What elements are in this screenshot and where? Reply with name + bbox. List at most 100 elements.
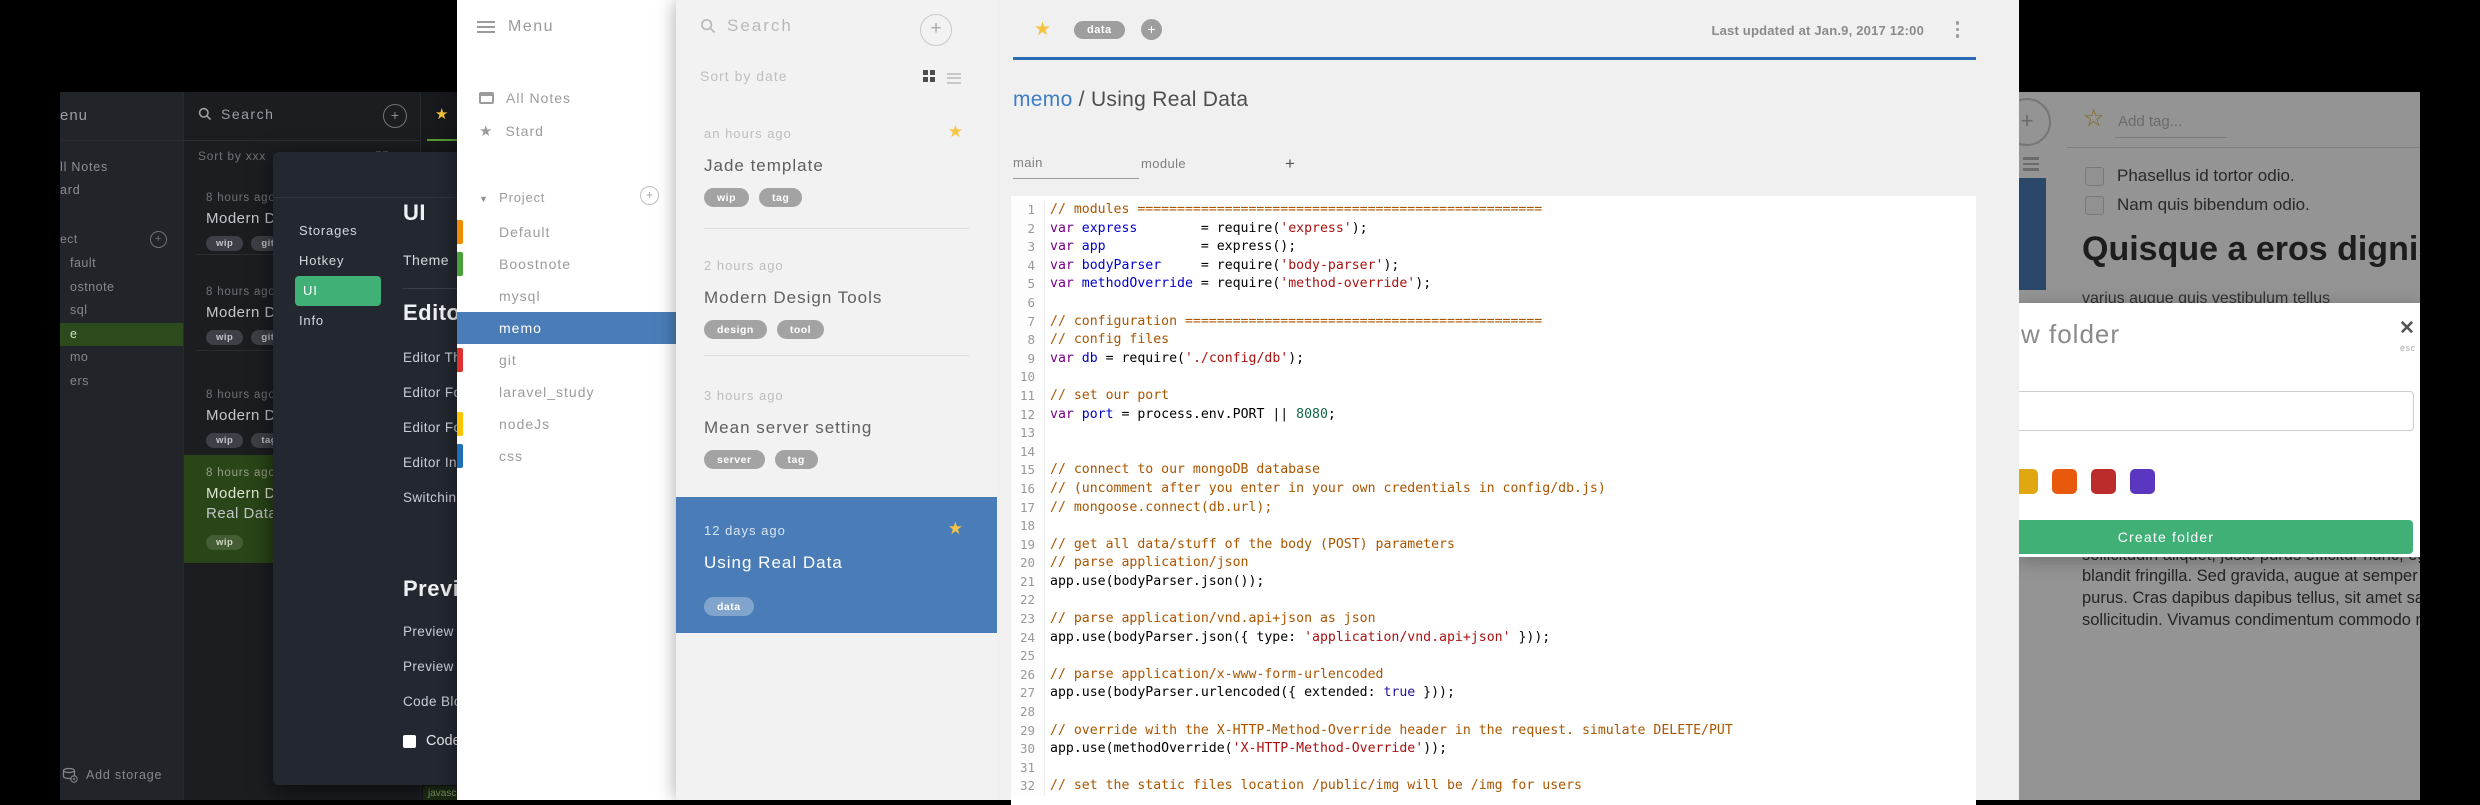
settings-option[interactable]: Editor Fo — [403, 410, 458, 445]
dark-sort-label[interactable]: Sort by xxx — [198, 149, 266, 163]
settings-option[interactable]: Preview F — [403, 614, 458, 649]
note-list-panel: Search + Sort by date an hours ago ★ Jad… — [676, 0, 997, 800]
dark-project-row[interactable]: ect + — [60, 228, 183, 251]
close-icon[interactable]: ✕ — [2399, 317, 2415, 340]
plus-icon[interactable]: + — [150, 231, 167, 248]
note-title: Jade template — [704, 156, 824, 175]
note-date: 8 hours ago — [206, 192, 276, 204]
color-swatch[interactable] — [2052, 469, 2077, 494]
sort-selector[interactable]: Sort by date — [700, 68, 788, 84]
dialog-title: w folder — [2021, 319, 2121, 349]
note-list-item[interactable]: 2 hours ago ★ Modern Design Tools design… — [676, 232, 997, 360]
tag-pill: server — [704, 450, 765, 469]
project-section-header[interactable]: ▼ Project — [479, 190, 545, 205]
folder-color-bar — [457, 444, 463, 468]
grid-view-icon[interactable] — [923, 70, 936, 83]
color-swatch[interactable] — [2091, 469, 2116, 494]
code-line: 19 // get all data/stuff of the body (PO… — [1011, 535, 1976, 555]
search-input[interactable]: Search — [700, 16, 793, 36]
line-number: 18 — [1011, 517, 1045, 536]
dark-folder-item[interactable]: ers — [60, 370, 183, 394]
sidebar: Menu All Notes ★ Stard ▼ Project + Defau… — [457, 0, 676, 800]
checkbox-icon[interactable] — [403, 734, 416, 748]
line-number: 6 — [1011, 293, 1045, 313]
new-note-button[interactable]: + — [383, 104, 407, 128]
note-date: 3 hours ago — [704, 388, 784, 403]
line-number: 3 — [1011, 238, 1045, 257]
code-line: 13 — [1011, 424, 1976, 443]
star-icon[interactable]: ★ — [435, 105, 448, 123]
note-date: an hours ago — [704, 126, 792, 141]
star-icon[interactable]: ★ — [948, 122, 963, 142]
settings-option[interactable]: Editor Th — [403, 340, 458, 375]
settings-option[interactable]: Preview F — [403, 649, 458, 684]
add-storage-button[interactable]: Add storage — [62, 764, 162, 786]
code-editor[interactable]: 1 // modules ===========================… — [1011, 196, 1976, 805]
dark-search-input[interactable]: Search — [198, 106, 274, 122]
settings-theme-label[interactable]: Theme — [403, 252, 449, 268]
color-swatch[interactable] — [2130, 469, 2155, 494]
folder-color-bar — [457, 220, 463, 244]
code-line: 27 app.use(bodyParser.urlencoded({ exten… — [1011, 684, 1976, 704]
sidebar-folder-item[interactable]: laravel_study — [457, 376, 676, 408]
settings-checkbox-row[interactable]: Code B — [403, 724, 458, 758]
settings-preview-items: Preview FPreview FCode Blo — [403, 614, 458, 719]
esc-hint: esc — [2400, 343, 2416, 353]
tab-module[interactable]: module — [1139, 149, 1271, 179]
kebab-menu-icon[interactable] — [1955, 21, 1959, 38]
breadcrumb-folder[interactable]: memo — [1013, 88, 1073, 111]
tag-pill: wip — [206, 535, 244, 550]
code-text: var port = process.env.PORT || 8080; — [1050, 406, 1336, 422]
dark-sidebar-link[interactable]: ard — [60, 179, 183, 202]
line-number: 27 — [1011, 684, 1045, 704]
sidebar-folder-item[interactable]: css — [457, 440, 676, 472]
dark-folder-item[interactable]: e — [60, 322, 183, 346]
sidebar-folder-item[interactable]: memo — [457, 312, 676, 344]
new-note-button[interactable]: + — [920, 14, 952, 46]
star-icon[interactable]: ★ — [948, 519, 963, 539]
sidebar-folder-item[interactable]: git — [457, 344, 676, 376]
note-list-item[interactable]: an hours ago ★ Jade template wip tag — [676, 100, 997, 228]
note-list-item[interactable]: 12 days ago ★ Using Real Data data — [676, 497, 997, 633]
settings-nav-item[interactable]: UI — [295, 276, 381, 306]
sidebar-folder-item[interactable]: Default — [457, 216, 676, 248]
create-folder-button[interactable]: Create folder — [2019, 520, 2413, 554]
hamburger-icon — [477, 18, 495, 36]
list-view-icon[interactable] — [947, 70, 961, 86]
folder-color-bar — [457, 252, 463, 276]
settings-option[interactable]: Editor Fo — [403, 375, 458, 410]
line-number: 16 — [1011, 479, 1045, 499]
sidebar-folder-item[interactable]: nodeJs — [457, 408, 676, 440]
create-folder-dialog: w folder ✕ esc Create folder — [2019, 303, 2420, 557]
add-tag-button[interactable]: + — [1141, 19, 1162, 40]
menu-button[interactable]: Menu — [477, 18, 554, 36]
dark-sidebar-link[interactable]: ll Notes — [60, 156, 183, 179]
settings-option[interactable]: Switching — [403, 480, 458, 515]
folder-name-input[interactable] — [2019, 391, 2414, 431]
settings-nav-item[interactable]: Storages — [295, 216, 381, 246]
dark-folder-item[interactable]: ostnote — [60, 276, 183, 300]
folder-label: Default — [499, 224, 551, 240]
add-folder-button[interactable]: + — [640, 186, 659, 205]
tab-main[interactable]: main — [1013, 148, 1139, 179]
dark-folder-item[interactable]: sql — [60, 299, 183, 323]
color-swatch[interactable] — [2019, 469, 2038, 494]
dark-folder-item[interactable]: fault — [60, 252, 183, 276]
code-text: // parse application/x-www-form-urlencod… — [1050, 666, 1384, 682]
sidebar-folder-item[interactable]: Boostnote — [457, 248, 676, 280]
snippet-tabs: main module + — [1013, 148, 1295, 179]
note-list-item[interactable]: 3 hours ago ★ Mean server setting server… — [676, 362, 997, 490]
note-tag-pill[interactable]: data — [1074, 21, 1125, 39]
settings-nav-item[interactable]: Info — [295, 306, 381, 336]
new-tab-button[interactable]: + — [1285, 154, 1295, 174]
dark-folder-item[interactable]: mo — [60, 346, 183, 370]
star-toggle[interactable]: ★ — [1034, 18, 1051, 41]
settings-nav-item[interactable]: Hotkey — [295, 246, 381, 276]
dark-menu-label[interactable]: enu — [60, 92, 183, 141]
sidebar-folder-item[interactable]: mysql — [457, 280, 676, 312]
sidebar-item-starred[interactable]: ★ Stard — [479, 122, 544, 140]
settings-option[interactable]: Code Blo — [403, 684, 458, 719]
sidebar-item-all-notes[interactable]: All Notes — [479, 90, 571, 106]
code-line: 4 var bodyParser = require('body-parser'… — [1011, 256, 1976, 276]
settings-option[interactable]: Editor Inc — [403, 445, 458, 480]
